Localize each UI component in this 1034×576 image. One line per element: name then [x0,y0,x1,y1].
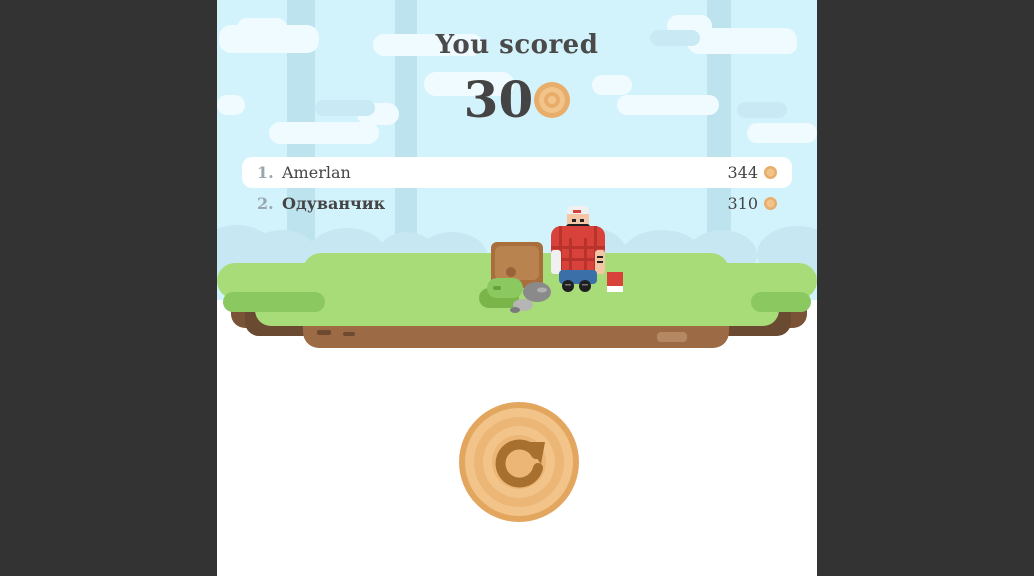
lumberjack-character [551,206,623,292]
leaderboard-player-name: Одуванчик [282,194,386,213]
leaderboard-rank: 1. [257,163,274,182]
leaderboard-row: 2. Одуванчик 310 [242,188,792,219]
coin-icon [764,197,777,210]
leaderboard-rank: 2. [257,194,274,213]
restart-button[interactable] [459,402,579,522]
leaderboard-row: 1. Amerlan 344 [242,157,792,188]
score-value: 30 [463,70,534,129]
score-title: You scored [435,30,599,60]
coin-icon [764,166,777,179]
leaderboard-score: 344 [727,163,758,182]
coin-icon [534,82,571,118]
restart-arrow-icon [459,402,579,522]
leaderboard-player-name: Amerlan [282,163,351,182]
score-display: 30 [217,70,817,130]
leaderboard-score: 310 [727,194,758,213]
game-screen: You scored 30 1. Amerlan 344 2. Одуванчи… [217,0,817,576]
